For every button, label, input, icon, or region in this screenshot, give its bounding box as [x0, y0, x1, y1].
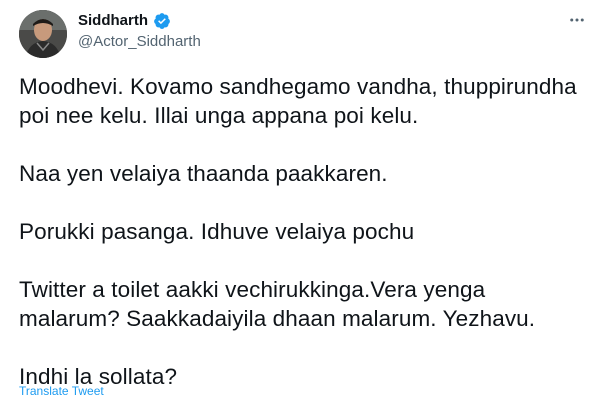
- tweet-card: Siddharth @Actor_Siddharth Moodhevi. Kov…: [0, 0, 600, 400]
- author-name[interactable]: Siddharth: [78, 12, 148, 30]
- tweet-paragraph-5: Indhi la sollata?: [19, 364, 178, 389]
- verified-badge-icon: [153, 12, 171, 30]
- avatar-image: [19, 10, 67, 58]
- tweet-paragraph-2: Naa yen velaiya thaanda paakkaren.: [19, 161, 388, 186]
- tweet-paragraph-1: Moodhevi. Kovamo sandhegamo vandha, thup…: [19, 74, 577, 128]
- author-name-row: Siddharth: [78, 12, 171, 30]
- tweet-paragraph-4: Twitter a toilet aakki vechirukkinga.Ver…: [19, 277, 536, 331]
- tweet-paragraph-3: Porukki pasanga. Idhuve velaiya pochu: [19, 219, 415, 244]
- tweet-text: Moodhevi. Kovamo sandhegamo vandha, thup…: [19, 72, 589, 391]
- translate-tweet-link[interactable]: Translate Tweet: [19, 384, 104, 398]
- more-options-icon[interactable]: [566, 9, 588, 31]
- author-handle[interactable]: @Actor_Siddharth: [78, 33, 201, 51]
- avatar[interactable]: [19, 10, 67, 58]
